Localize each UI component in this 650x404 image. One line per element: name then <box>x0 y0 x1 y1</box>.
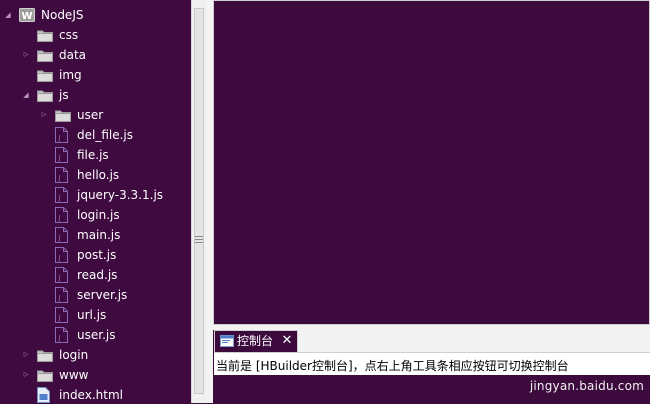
js-file-icon: J <box>55 287 68 303</box>
project-explorer: ◢ W NodeJS css ▷ data img ◢ js ▷ user Jdel_file.js J… <box>0 0 192 403</box>
folder-icon <box>37 30 53 42</box>
svg-text:J: J <box>57 234 60 242</box>
tree-item-label: img <box>59 68 82 82</box>
editor-area[interactable] <box>213 0 650 325</box>
svg-text:J: J <box>57 334 60 342</box>
tree-item-label: data <box>59 48 87 62</box>
tree-item-label: index.html <box>59 388 123 402</box>
tree-item-label: hello.js <box>77 168 120 182</box>
expand-arrow-icon[interactable]: ◢ <box>3 10 13 20</box>
svg-text:J: J <box>57 274 60 282</box>
js-file-icon: J <box>55 187 68 203</box>
tree-item-label: css <box>59 28 79 42</box>
svg-text:J: J <box>57 314 60 322</box>
collapse-arrow-icon[interactable]: ▷ <box>39 110 49 120</box>
svg-text:J: J <box>57 134 60 142</box>
folder-icon <box>37 370 53 382</box>
collapse-arrow-icon[interactable]: ▷ <box>21 350 31 360</box>
tree-item-url-js[interactable]: Jurl.js <box>0 305 192 325</box>
svg-text:J: J <box>57 254 60 262</box>
folder-icon <box>37 70 53 82</box>
collapse-arrow-icon[interactable]: ▷ <box>21 370 31 380</box>
tree-item-label: server.js <box>77 288 128 302</box>
tree-item-index-html[interactable]: index.html <box>0 385 192 403</box>
tree-item-hello-js[interactable]: Jhello.js <box>0 165 192 185</box>
svg-text:J: J <box>57 214 60 222</box>
scrollbar-grip-icon <box>195 236 203 244</box>
tree-item-read-js[interactable]: Jread.js <box>0 265 192 285</box>
js-file-icon: J <box>55 147 68 163</box>
tree-item-label: del_file.js <box>77 128 134 142</box>
tree-item-server-js[interactable]: Jserver.js <box>0 285 192 305</box>
js-file-icon: J <box>55 267 68 283</box>
tree-item-css[interactable]: css <box>0 25 192 45</box>
tree-item-js[interactable]: ◢ js <box>0 85 192 105</box>
tree-item-nodejs[interactable]: ◢ W NodeJS <box>0 5 192 25</box>
folder-icon <box>55 110 71 122</box>
tree-item-www[interactable]: ▷ www <box>0 365 192 385</box>
js-file-icon: J <box>55 327 68 343</box>
console-icon <box>220 335 234 347</box>
console-tab-strip <box>298 330 650 352</box>
project-explorer-scrollbar[interactable] <box>191 0 207 403</box>
tree-item-login[interactable]: ▷ login <box>0 345 192 365</box>
svg-text:W: W <box>21 11 32 22</box>
folder-icon <box>37 350 53 362</box>
tree-item-post-js[interactable]: Jpost.js <box>0 245 192 265</box>
tree-item-label: main.js <box>77 228 121 242</box>
console-tab-label: 控制台 <box>237 334 274 348</box>
svg-text:J: J <box>57 154 60 162</box>
js-file-icon: J <box>55 247 68 263</box>
html-file-icon <box>37 387 50 403</box>
tree-item-label: file.js <box>77 148 109 162</box>
tree-item-img[interactable]: img <box>0 65 192 85</box>
folder-icon <box>37 90 53 102</box>
tree-item-label: read.js <box>77 268 118 282</box>
js-file-icon: J <box>55 227 68 243</box>
console-output[interactable]: 当前是 [HBuilder控制台]，点右上角工具条相应按钮可切换控制台 <box>214 352 650 404</box>
tree-item-label: login.js <box>77 208 120 222</box>
tree-item-user-js[interactable]: Juser.js <box>0 325 192 345</box>
js-file-icon: J <box>55 307 68 323</box>
console-message: 当前是 [HBuilder控制台]，点右上角工具条相应按钮可切换控制台 <box>216 359 569 373</box>
tree-item-label: NodeJS <box>41 8 84 22</box>
tree-item-data[interactable]: ▷ data <box>0 45 192 65</box>
close-icon[interactable]: ✕ <box>279 333 295 349</box>
tree-item-jquery-3-3-1-js[interactable]: Jjquery-3.3.1.js <box>0 185 192 205</box>
svg-text:J: J <box>57 194 60 202</box>
pane-divider[interactable] <box>206 0 213 403</box>
js-file-icon: J <box>55 207 68 223</box>
tree-item-label: post.js <box>77 248 117 262</box>
tree-item-label: jquery-3.3.1.js <box>77 188 164 202</box>
tab-console[interactable]: 控制台 ✕ <box>214 330 298 352</box>
tree-item-del-file-js[interactable]: Jdel_file.js <box>0 125 192 145</box>
svg-text:J: J <box>57 174 60 182</box>
tree-item-label: user.js <box>77 328 116 342</box>
collapse-arrow-icon[interactable]: ▷ <box>21 50 31 60</box>
expand-arrow-icon[interactable]: ◢ <box>21 90 31 100</box>
js-file-icon: J <box>55 167 68 183</box>
tree-item-label: www <box>59 368 89 382</box>
tree-item-label: js <box>59 88 69 102</box>
js-file-icon: J <box>55 127 68 143</box>
web-project-icon: W <box>19 8 35 22</box>
tree-item-main-js[interactable]: Jmain.js <box>0 225 192 245</box>
svg-text:J: J <box>57 294 60 302</box>
tree-item-user[interactable]: ▷ user <box>0 105 192 125</box>
folder-icon <box>37 50 53 62</box>
scrollbar-thumb[interactable] <box>194 8 204 394</box>
tree-item-file-js[interactable]: Jfile.js <box>0 145 192 165</box>
watermark: jingyan.baidu.com <box>529 379 644 393</box>
tree-item-label: url.js <box>77 308 107 322</box>
tree-item-label: login <box>59 348 89 362</box>
tree-item-login-js[interactable]: Jlogin.js <box>0 205 192 225</box>
tree-item-label: user <box>77 108 104 122</box>
